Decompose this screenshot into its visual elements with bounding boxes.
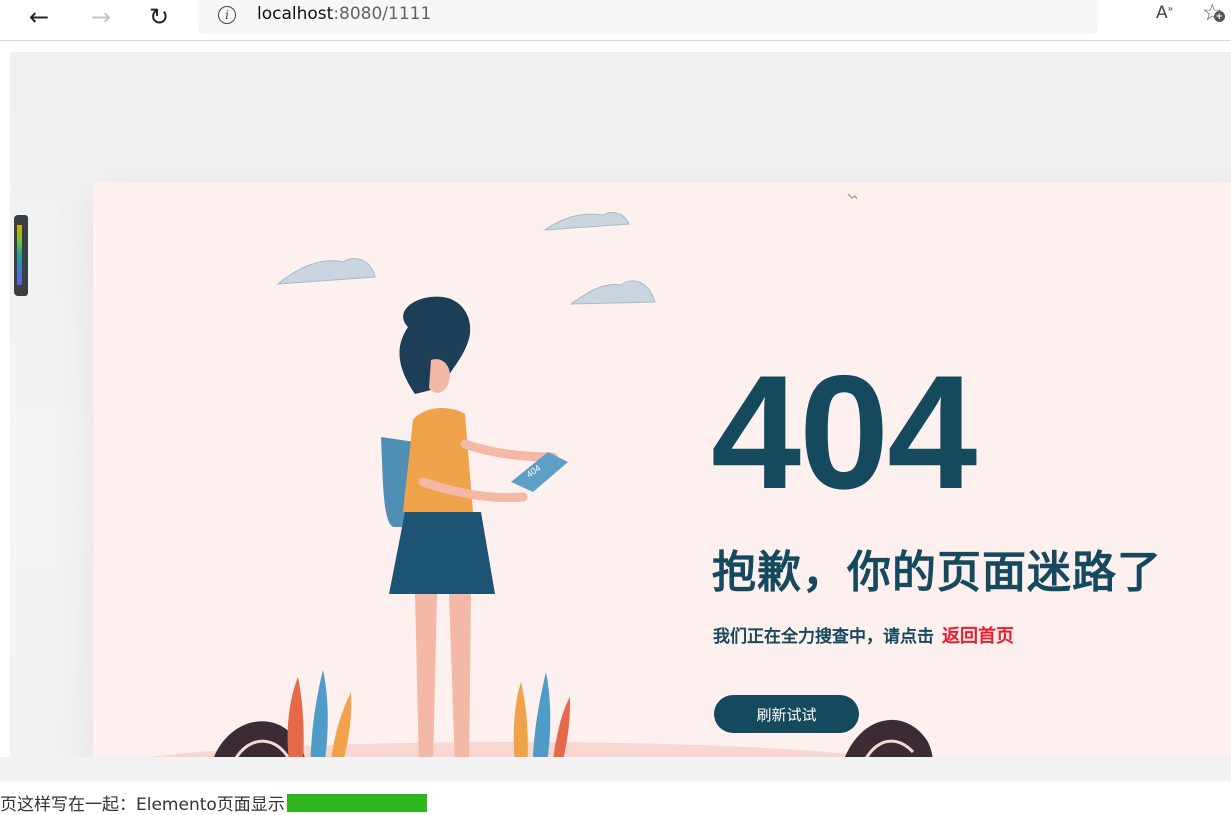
green-highlight-mark bbox=[286, 794, 427, 812]
read-aloud-icon: A bbox=[1156, 3, 1168, 23]
url-text[interactable]: localhost:8080/1111 bbox=[257, 4, 431, 24]
error-code: 404 bbox=[711, 342, 977, 523]
read-aloud-button[interactable]: A» bbox=[1156, 3, 1173, 23]
error-card: 404 404 抱歉，你的页面迷路了 我们正在全力搜查中，请点击 返回首页 刷新试… bbox=[93, 182, 1231, 757]
back-button[interactable]: ← bbox=[22, 2, 56, 32]
partial-footer-text: 页这样写在一起：Elemento页面显示 bbox=[0, 790, 427, 815]
back-arrow-icon: ← bbox=[28, 3, 50, 31]
refresh-button[interactable]: 刷新试试 bbox=[714, 695, 859, 733]
forward-arrow-icon: → bbox=[90, 3, 112, 31]
girl-figure: 404 bbox=[381, 296, 568, 757]
return-home-link[interactable]: 返回首页 bbox=[942, 626, 1014, 647]
error-headline: 抱歉，你的页面迷路了 bbox=[712, 547, 1162, 598]
page-bottom-band bbox=[0, 757, 1231, 781]
forward-button[interactable]: → bbox=[84, 2, 118, 32]
reload-button[interactable]: ↻ bbox=[142, 2, 176, 32]
url-path: :8080/1111 bbox=[333, 4, 432, 24]
site-info-icon[interactable]: i bbox=[218, 6, 236, 24]
subline-text: 我们正在全力搜查中，请点击 bbox=[713, 627, 934, 647]
reload-icon: ↻ bbox=[148, 3, 170, 31]
add-favorite-button[interactable]: ☆ + bbox=[1202, 0, 1225, 26]
page-viewport: 404 404 抱歉，你的页面迷路了 我们正在全力搜查中，请点击 返回首页 刷新试… bbox=[10, 52, 1231, 757]
browser-toolbar: ← → ↻ i localhost:8080/1111 A» ☆ + bbox=[0, 0, 1231, 41]
error-subline: 我们正在全力搜查中，请点击 返回首页 bbox=[713, 622, 1014, 648]
url-host: localhost bbox=[257, 4, 334, 24]
plus-icon: + bbox=[1213, 11, 1225, 22]
cloud-icon bbox=[276, 211, 656, 305]
address-bar[interactable]: i localhost:8080/1111 bbox=[198, 0, 1098, 34]
side-panel-handle[interactable] bbox=[14, 215, 28, 296]
lost-girl-illustration: 404 bbox=[149, 193, 933, 757]
